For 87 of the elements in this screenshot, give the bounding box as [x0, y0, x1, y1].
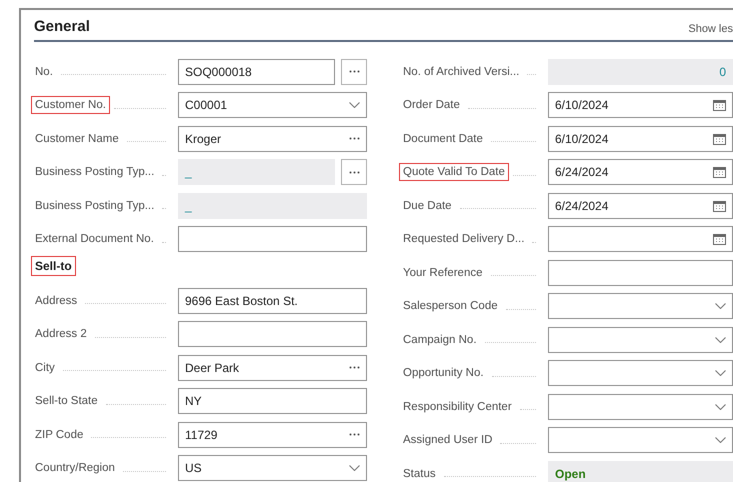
- section-title: General: [34, 18, 90, 35]
- field-value: 0: [718, 64, 726, 79]
- calendar-icon: [713, 200, 726, 212]
- input-field[interactable]: [548, 360, 733, 386]
- calendar-icon: [713, 99, 726, 112]
- input-field[interactable]: Kroger: [178, 126, 367, 152]
- more-icon: [349, 433, 360, 436]
- field-label: City: [34, 360, 56, 376]
- field-value: _: [185, 165, 193, 180]
- field-label: Sell-to State: [34, 394, 99, 410]
- chevron-down-icon: [715, 303, 726, 310]
- field-label: Requested Delivery D...: [402, 232, 526, 248]
- field-label: Country/Region: [34, 461, 116, 476]
- field-label: Customer No.: [31, 96, 110, 114]
- input-field[interactable]: 6/24/2024: [548, 159, 733, 186]
- field-label: No.: [34, 64, 54, 80]
- field-label: Salesperson Code: [402, 299, 499, 314]
- input-field[interactable]: NY: [178, 388, 367, 414]
- field-label: Responsibility Center: [402, 400, 513, 415]
- field-label: Your Reference: [402, 266, 484, 281]
- input-field[interactable]: Deer Park: [178, 354, 367, 381]
- input-field[interactable]: [548, 326, 733, 353]
- input-field[interactable]: C00001: [178, 92, 367, 118]
- field-label: Address 2: [34, 327, 88, 342]
- input-field[interactable]: 11729: [178, 422, 367, 448]
- assist-button[interactable]: [341, 159, 367, 186]
- calendar-icon: [713, 233, 726, 246]
- input-field[interactable]: US: [178, 455, 367, 482]
- input-field[interactable]: 6/24/2024: [548, 192, 733, 219]
- field-label: ZIP Code: [34, 428, 84, 443]
- input-field[interactable]: [548, 226, 733, 252]
- field-label: Quote Valid To Date: [399, 163, 509, 182]
- input-field[interactable]: [548, 293, 733, 320]
- more-icon: [349, 366, 360, 370]
- field-label: Customer Name: [34, 132, 120, 147]
- show-less-link[interactable]: Show les: [688, 23, 733, 35]
- field-value: 9696 East Boston St.: [185, 294, 299, 308]
- field-value: Deer Park: [185, 360, 240, 375]
- more-icon: [348, 70, 360, 74]
- input-field[interactable]: [178, 226, 367, 252]
- group-heading: Sell-to: [31, 256, 76, 276]
- field-label: Opportunity No.: [402, 366, 485, 382]
- more-icon: [349, 137, 360, 140]
- field-label: External Document No.: [34, 232, 155, 248]
- field-value: 6/10/2024: [555, 98, 610, 112]
- assist-button[interactable]: [341, 58, 367, 85]
- input-field[interactable]: [548, 427, 733, 454]
- field-value: Kroger: [185, 132, 222, 146]
- field-label: Due Date: [402, 198, 453, 214]
- field-value: Open: [555, 466, 587, 481]
- field-value: 6/24/2024: [555, 198, 610, 213]
- more-icon: [348, 170, 360, 174]
- input-field[interactable]: 6/10/2024: [548, 126, 733, 152]
- calendar-icon: [713, 132, 726, 145]
- chevron-down-icon: [715, 336, 726, 343]
- field-value: NY: [185, 394, 203, 408]
- field-value: C00001: [185, 98, 228, 112]
- input-field[interactable]: [548, 394, 733, 420]
- input-field[interactable]: Open: [548, 460, 733, 482]
- chevron-down-icon: [715, 404, 726, 410]
- input-field[interactable]: SOQ000018: [178, 58, 335, 85]
- input-field[interactable]: _: [178, 159, 335, 186]
- field-label: Business Posting Typ...: [34, 165, 156, 180]
- field-label: Status: [402, 466, 437, 482]
- field-value: _: [185, 198, 193, 213]
- input-field[interactable]: _: [178, 192, 367, 219]
- chevron-down-icon: [715, 437, 726, 444]
- field-label: Document Date: [402, 132, 484, 147]
- input-field[interactable]: 9696 East Boston St.: [178, 288, 367, 314]
- field-value: SOQ000018: [185, 64, 253, 79]
- field-label: Address: [34, 294, 78, 309]
- chevron-down-icon: [349, 102, 360, 108]
- field-label: Business Posting Typ...: [34, 198, 156, 214]
- field-label: Campaign No.: [402, 332, 478, 348]
- calendar-icon: [713, 166, 726, 178]
- field-label: No. of Archived Versi...: [402, 64, 520, 80]
- field-value: 6/24/2024: [555, 165, 610, 180]
- field-label: Assigned User ID: [402, 433, 494, 448]
- field-value: 11729: [185, 428, 218, 442]
- field-label: Order Date: [402, 98, 461, 114]
- chevron-down-icon: [349, 465, 360, 472]
- field-value: US: [185, 461, 203, 476]
- input-field[interactable]: [548, 260, 733, 286]
- field-value: 6/10/2024: [555, 132, 610, 146]
- chevron-down-icon: [715, 370, 726, 376]
- input-field[interactable]: [178, 321, 367, 348]
- input-field[interactable]: 6/10/2024: [548, 92, 733, 118]
